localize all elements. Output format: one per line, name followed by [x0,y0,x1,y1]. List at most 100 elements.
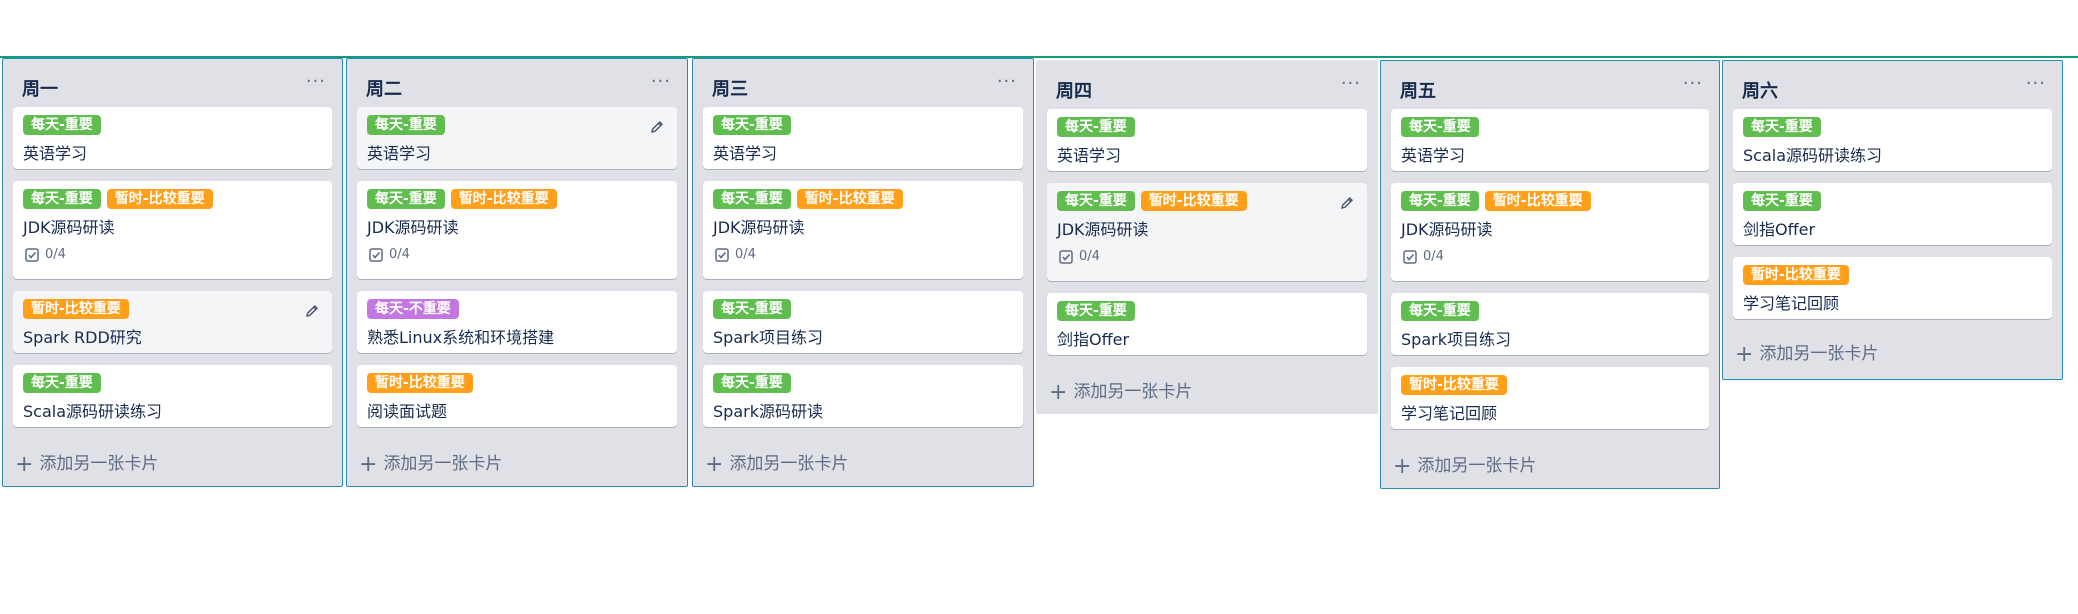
card[interactable]: 每天-重要 Spark项目练习 [703,291,1023,353]
add-card-label: 添加另一张卡片 [39,454,159,474]
card-title: 剑指Offer [1057,330,1130,349]
card-title: Scala源码研读练习 [1743,146,1883,165]
label-orange[interactable]: 暂时-比较重要 [23,299,129,319]
card-labels: 每天-重要 [1401,301,1485,321]
list-title[interactable]: 周五 [1400,77,1436,103]
card[interactable]: 每天-不重要 熟悉Linux系统和环境搭建 [357,291,677,353]
label-green[interactable]: 每天-重要 [23,373,101,393]
label-green[interactable]: 每天-重要 [1401,117,1479,137]
pencil-icon[interactable] [1339,195,1355,211]
list-title[interactable]: 周六 [1742,77,1778,103]
card[interactable]: 暂时-比较重要 学习笔记回顾 [1391,367,1709,429]
label-orange[interactable]: 暂时-比较重要 [367,373,473,393]
card[interactable]: 每天-重要 英语学习 [13,107,332,169]
card[interactable]: 每天-重要 Spark源码研读 [703,365,1023,427]
label-green[interactable]: 每天-重要 [1743,191,1821,211]
list-title[interactable]: 周四 [1056,77,1092,103]
add-card-button[interactable]: + 添加另一张卡片 [1735,339,1878,367]
add-card-button[interactable]: + 添加另一张卡片 [1393,451,1536,479]
card-labels: 每天-重要 [23,115,107,135]
card[interactable]: 每天-重要 Spark项目练习 [1391,293,1709,355]
card[interactable]: 每天-重要 暂时-比较重要 JDK源码研读 0/4 [1047,183,1367,281]
label-orange[interactable]: 暂时-比较重要 [450,189,557,209]
card-labels: 每天-重要 [1401,117,1485,137]
list-menu-icon[interactable]: ··· [1341,73,1361,94]
add-card-button[interactable]: + 添加另一张卡片 [15,449,158,477]
list-menu-icon[interactable]: ··· [1683,73,1703,94]
list-menu-icon[interactable]: ··· [651,71,671,92]
label-orange[interactable]: 暂时-比较重要 [796,189,903,209]
list-thursday: 周四 ··· 每天-重要 英语学习 每天-重要 暂时-比较重要 JDK源码研读 0… [1036,60,1378,414]
card[interactable]: 每天-重要 Scala源码研读练习 [13,365,332,427]
label-green[interactable]: 每天-重要 [713,373,791,393]
list-menu-icon[interactable]: ··· [997,71,1017,92]
list-menu-icon[interactable]: ··· [2026,73,2046,94]
list-tuesday: 周二 ··· 每天-重要 英语学习 每天-重要 暂时-比较重要 JDK源码研读 0… [346,58,688,487]
card-labels: 每天-不重要 [367,299,465,319]
checklist-badge: 0/4 [369,247,410,262]
card[interactable]: 暂时-比较重要 学习笔记回顾 [1733,257,2052,319]
label-green[interactable]: 每天-重要 [23,189,101,209]
label-orange[interactable]: 暂时-比较重要 [1140,191,1247,211]
card-labels: 每天-重要 暂时-比较重要 [1401,191,1597,211]
label-orange[interactable]: 暂时-比较重要 [1401,375,1507,395]
checklist-badge: 0/4 [1403,249,1444,264]
list-title[interactable]: 周三 [712,75,748,101]
pencil-icon[interactable] [304,303,320,319]
card[interactable]: 每天-重要 Scala源码研读练习 [1733,109,2052,171]
label-purple[interactable]: 每天-不重要 [367,299,459,319]
label-green[interactable]: 每天-重要 [23,115,101,135]
card-labels: 每天-重要 暂时-比较重要 [1057,191,1253,211]
add-card-button[interactable]: + 添加另一张卡片 [359,449,502,477]
card-labels: 每天-重要 [713,115,797,135]
card[interactable]: 每天-重要 英语学习 [357,107,677,169]
card-title: JDK源码研读 [23,218,115,237]
plus-icon: + [359,452,378,477]
list-menu-icon[interactable]: ··· [306,71,326,92]
list-header: 周二 ··· [347,59,687,109]
card[interactable]: 每天-重要 暂时-比较重要 JDK源码研读 0/4 [703,181,1023,279]
checklist-icon [1403,249,1417,264]
card[interactable]: 暂时-比较重要 Spark RDD研究 [13,291,332,353]
label-green[interactable]: 每天-重要 [713,299,791,319]
card[interactable]: 每天-重要 暂时-比较重要 JDK源码研读 0/4 [1391,183,1709,281]
card[interactable]: 每天-重要 英语学习 [703,107,1023,169]
label-green[interactable]: 每天-重要 [713,115,791,135]
add-card-button[interactable]: + 添加另一张卡片 [705,449,848,477]
card[interactable]: 每天-重要 剑指Offer [1047,293,1367,355]
add-card-label: 添加另一张卡片 [1073,382,1193,402]
checklist-icon [1059,249,1073,264]
card[interactable]: 每天-重要 暂时-比较重要 JDK源码研读 0/4 [357,181,677,279]
label-orange[interactable]: 暂时-比较重要 [1484,191,1591,211]
card[interactable]: 每天-重要 英语学习 [1047,109,1367,171]
label-green[interactable]: 每天-重要 [1401,301,1479,321]
label-green[interactable]: 每天-重要 [1057,301,1135,321]
list-title[interactable]: 周二 [366,75,402,101]
add-card-button[interactable]: + 添加另一张卡片 [1049,377,1192,405]
label-orange[interactable]: 暂时-比较重要 [106,189,213,209]
card[interactable]: 每天-重要 剑指Offer [1733,183,2052,245]
label-green[interactable]: 每天-重要 [367,115,445,135]
pencil-icon[interactable] [649,119,665,135]
card[interactable]: 每天-重要 英语学习 [1391,109,1709,171]
card-labels: 每天-重要 [1057,117,1141,137]
card-labels: 每天-重要 [713,299,797,319]
label-green[interactable]: 每天-重要 [1057,191,1135,211]
card-labels: 暂时-比较重要 [23,299,135,319]
card-title: 英语学习 [713,144,778,163]
card-labels: 每天-重要 暂时-比较重要 [367,189,563,209]
checklist-icon [25,247,39,262]
label-green[interactable]: 每天-重要 [367,189,445,209]
card[interactable]: 每天-重要 暂时-比较重要 JDK源码研读 0/4 [13,181,332,279]
label-green[interactable]: 每天-重要 [713,189,791,209]
label-green[interactable]: 每天-重要 [1401,191,1479,211]
label-green[interactable]: 每天-重要 [1743,117,1821,137]
label-green[interactable]: 每天-重要 [1057,117,1135,137]
checklist-count: 0/4 [45,247,66,262]
plus-icon: + [1049,380,1068,405]
label-orange[interactable]: 暂时-比较重要 [1743,265,1849,285]
card[interactable]: 暂时-比较重要 阅读面试题 [357,365,677,427]
list-title[interactable]: 周一 [22,75,58,101]
checklist-count: 0/4 [1423,249,1444,264]
list-monday: 周一 ··· 每天-重要 英语学习 每天-重要 暂时-比较重要 JDK源码研读 0… [2,58,343,487]
